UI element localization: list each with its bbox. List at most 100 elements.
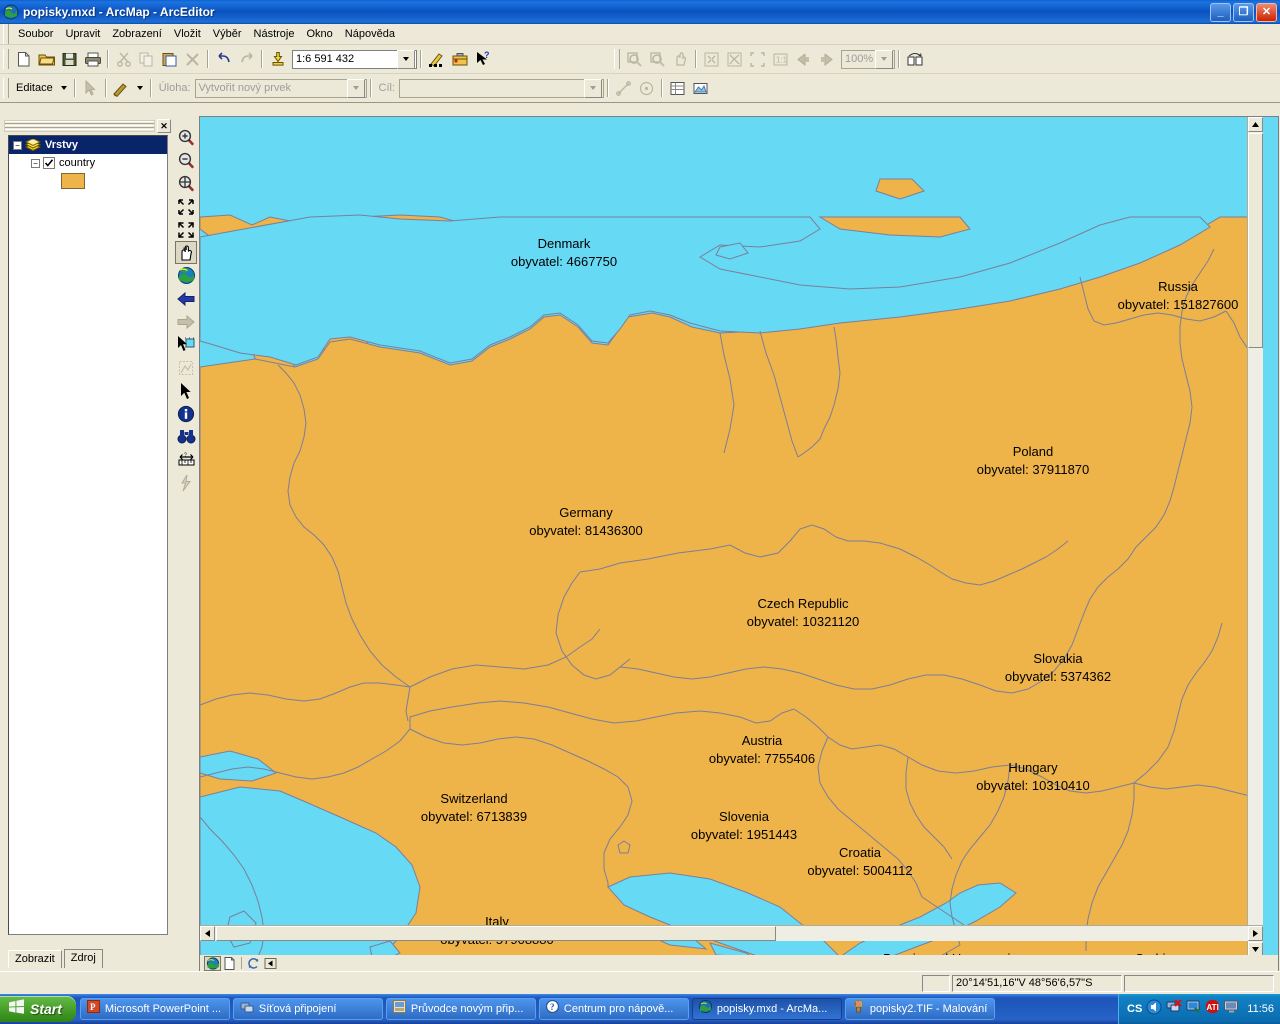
edit-arrow-icon[interactable]	[79, 77, 102, 99]
window-titlebar[interactable]: popisky.mxd - ArcMap - ArcEditor _ ❐ ✕	[0, 0, 1280, 24]
scale-combo[interactable]: 1:6 591 432	[292, 49, 417, 69]
previous-extent-arrow-icon[interactable]	[175, 287, 197, 310]
transparency-chevron-down-icon[interactable]	[875, 49, 893, 69]
refresh-view-icon[interactable]	[245, 956, 262, 971]
toc-layer-symbol[interactable]	[9, 172, 167, 190]
editor-toolbar-icon[interactable]	[425, 48, 448, 70]
transparency-value[interactable]: 100%	[842, 53, 874, 65]
paste-icon[interactable]	[158, 48, 181, 70]
find-binoculars-icon[interactable]	[175, 425, 197, 448]
toc-drag-grip[interactable]	[4, 120, 155, 132]
target-combo[interactable]	[399, 78, 604, 98]
context-help-icon[interactable]: ?	[471, 48, 494, 70]
toc-root-vrstvy[interactable]: − Vrstvy	[9, 136, 167, 154]
maximize-button[interactable]: ❐	[1233, 2, 1254, 22]
zoom-to-selected-icon[interactable]	[746, 48, 769, 70]
task-chevron-down-icon[interactable]	[346, 78, 365, 98]
menu-item-vlozit[interactable]: Vložit	[168, 26, 207, 42]
taskbar-item-arcmap[interactable]: popisky.mxd - ArcMa...	[691, 998, 842, 1020]
start-button[interactable]: Start	[0, 996, 76, 1022]
hyperlink-icon[interactable]	[175, 471, 197, 494]
network-disconnected-icon[interactable]	[1166, 999, 1182, 1019]
tab-zdroj[interactable]: Zdroj	[63, 949, 103, 968]
layer-collapse-toggle[interactable]: −	[31, 158, 40, 168]
scale-value[interactable]: 1:6 591 432	[293, 53, 396, 65]
tab-zobrazit[interactable]: Zobrazit	[8, 950, 62, 968]
full-extent-globe-icon[interactable]	[175, 264, 197, 287]
task-value[interactable]: Vytvořit nový prvek	[196, 82, 346, 94]
monitor-icon[interactable]	[1224, 1000, 1239, 1019]
scale-combo-chevron-down-icon[interactable]	[397, 49, 415, 69]
menu-item-vyber[interactable]: Výběr	[207, 26, 248, 42]
vertical-scroll-thumb[interactable]	[1248, 133, 1263, 348]
ati-icon[interactable]: ATI	[1205, 999, 1220, 1019]
undo-icon[interactable]	[212, 48, 235, 70]
scroll-up-arrow-icon[interactable]	[1248, 117, 1263, 132]
taskbar-item-wizard[interactable]: Průvodce novým přip...	[385, 998, 536, 1020]
sketch-chevron-down-icon[interactable]	[133, 77, 147, 99]
pause-drawing-icon[interactable]	[262, 956, 279, 971]
arctoolbox-icon[interactable]	[448, 48, 471, 70]
zoom-full-extent-icon[interactable]	[723, 48, 746, 70]
new-document-icon[interactable]	[12, 48, 35, 70]
root-collapse-toggle[interactable]: −	[13, 140, 22, 150]
zoom-in-layer-icon[interactable]	[623, 48, 646, 70]
taskbar-item-powerpoint[interactable]: P Microsoft PowerPoint ...	[79, 998, 230, 1020]
language-indicator[interactable]: CS	[1127, 1003, 1142, 1015]
cut-icon[interactable]	[112, 48, 135, 70]
menu-item-soubor[interactable]: Soubor	[12, 26, 59, 42]
split-tool-icon[interactable]	[612, 77, 635, 99]
zoom-out-layer-icon[interactable]	[646, 48, 669, 70]
map-vertical-scrollbar[interactable]	[1247, 117, 1263, 957]
taskbar-item-network[interactable]: Síťová připojení	[232, 998, 383, 1020]
minimize-button[interactable]: _	[1210, 2, 1231, 22]
taskbar-item-paint[interactable]: popisky2.TIF - Malování	[844, 998, 995, 1020]
pan-hand-icon[interactable]	[175, 241, 197, 264]
close-button[interactable]: ✕	[1256, 2, 1277, 22]
target-chevron-down-icon[interactable]	[584, 78, 602, 98]
select-features-icon[interactable]	[175, 333, 197, 356]
fixed-zoom-out-icon[interactable]	[175, 218, 197, 241]
pan-zoom-icon[interactable]	[175, 172, 197, 195]
open-folder-icon[interactable]	[35, 48, 58, 70]
toc-tree[interactable]: − Vrstvy − country	[8, 135, 168, 935]
volume-icon[interactable]	[1146, 999, 1162, 1020]
zoom-in-icon[interactable]	[175, 126, 197, 149]
delete-icon[interactable]	[181, 48, 204, 70]
select-elements-icon[interactable]	[175, 379, 197, 402]
menu-item-napoveda[interactable]: Nápověda	[339, 26, 401, 42]
zoom-to-extent-icon[interactable]	[700, 48, 723, 70]
sketch-properties-icon[interactable]	[689, 77, 712, 99]
redo-icon[interactable]	[235, 48, 258, 70]
next-extent-icon[interactable]	[815, 48, 838, 70]
pan-layer-icon[interactable]	[669, 48, 692, 70]
zoom-1to1-icon[interactable]: 1:1	[769, 48, 792, 70]
toc-close-icon[interactable]: ✕	[157, 119, 171, 133]
sketch-pencil-icon[interactable]	[110, 77, 133, 99]
transparency-combo[interactable]: 100%	[841, 49, 895, 69]
toc-layer-country[interactable]: − country	[9, 154, 167, 172]
zoom-out-icon[interactable]	[175, 149, 197, 172]
add-data-icon[interactable]	[266, 48, 289, 70]
horizontal-scroll-thumb[interactable]	[216, 926, 776, 941]
fixed-zoom-in-icon[interactable]	[175, 195, 197, 218]
taskbar-item-help-center[interactable]: ? Centrum pro nápově...	[538, 998, 689, 1020]
save-icon[interactable]	[58, 48, 81, 70]
next-extent-arrow-icon[interactable]	[175, 310, 197, 333]
toc-titlebar[interactable]: ✕	[2, 118, 172, 134]
data-view-icon[interactable]	[204, 955, 221, 971]
taskbar-clock[interactable]: 11:56	[1247, 1003, 1274, 1015]
copy-icon[interactable]	[135, 48, 158, 70]
map-canvas[interactable]: Denmark obyvatel: 4667750 Russia obyvatel: …	[200, 117, 1263, 957]
attributes-icon[interactable]	[666, 77, 689, 99]
measure-icon[interactable]: ?	[175, 448, 197, 471]
editor-toolbar-grip[interactable]	[3, 78, 9, 98]
task-combo[interactable]: Vytvořit nový prvek	[194, 78, 367, 98]
layer-visibility-checkbox[interactable]	[43, 157, 55, 169]
menubar-grip[interactable]	[3, 24, 9, 44]
rotate-tool-icon[interactable]	[635, 77, 658, 99]
scroll-left-arrow-icon[interactable]	[200, 926, 215, 941]
menu-item-zobrazeni[interactable]: Zobrazení	[106, 26, 168, 42]
map-data-frame[interactable]: Denmark obyvatel: 4667750 Russia obyvatel: …	[199, 116, 1279, 972]
identify-icon[interactable]	[175, 402, 197, 425]
